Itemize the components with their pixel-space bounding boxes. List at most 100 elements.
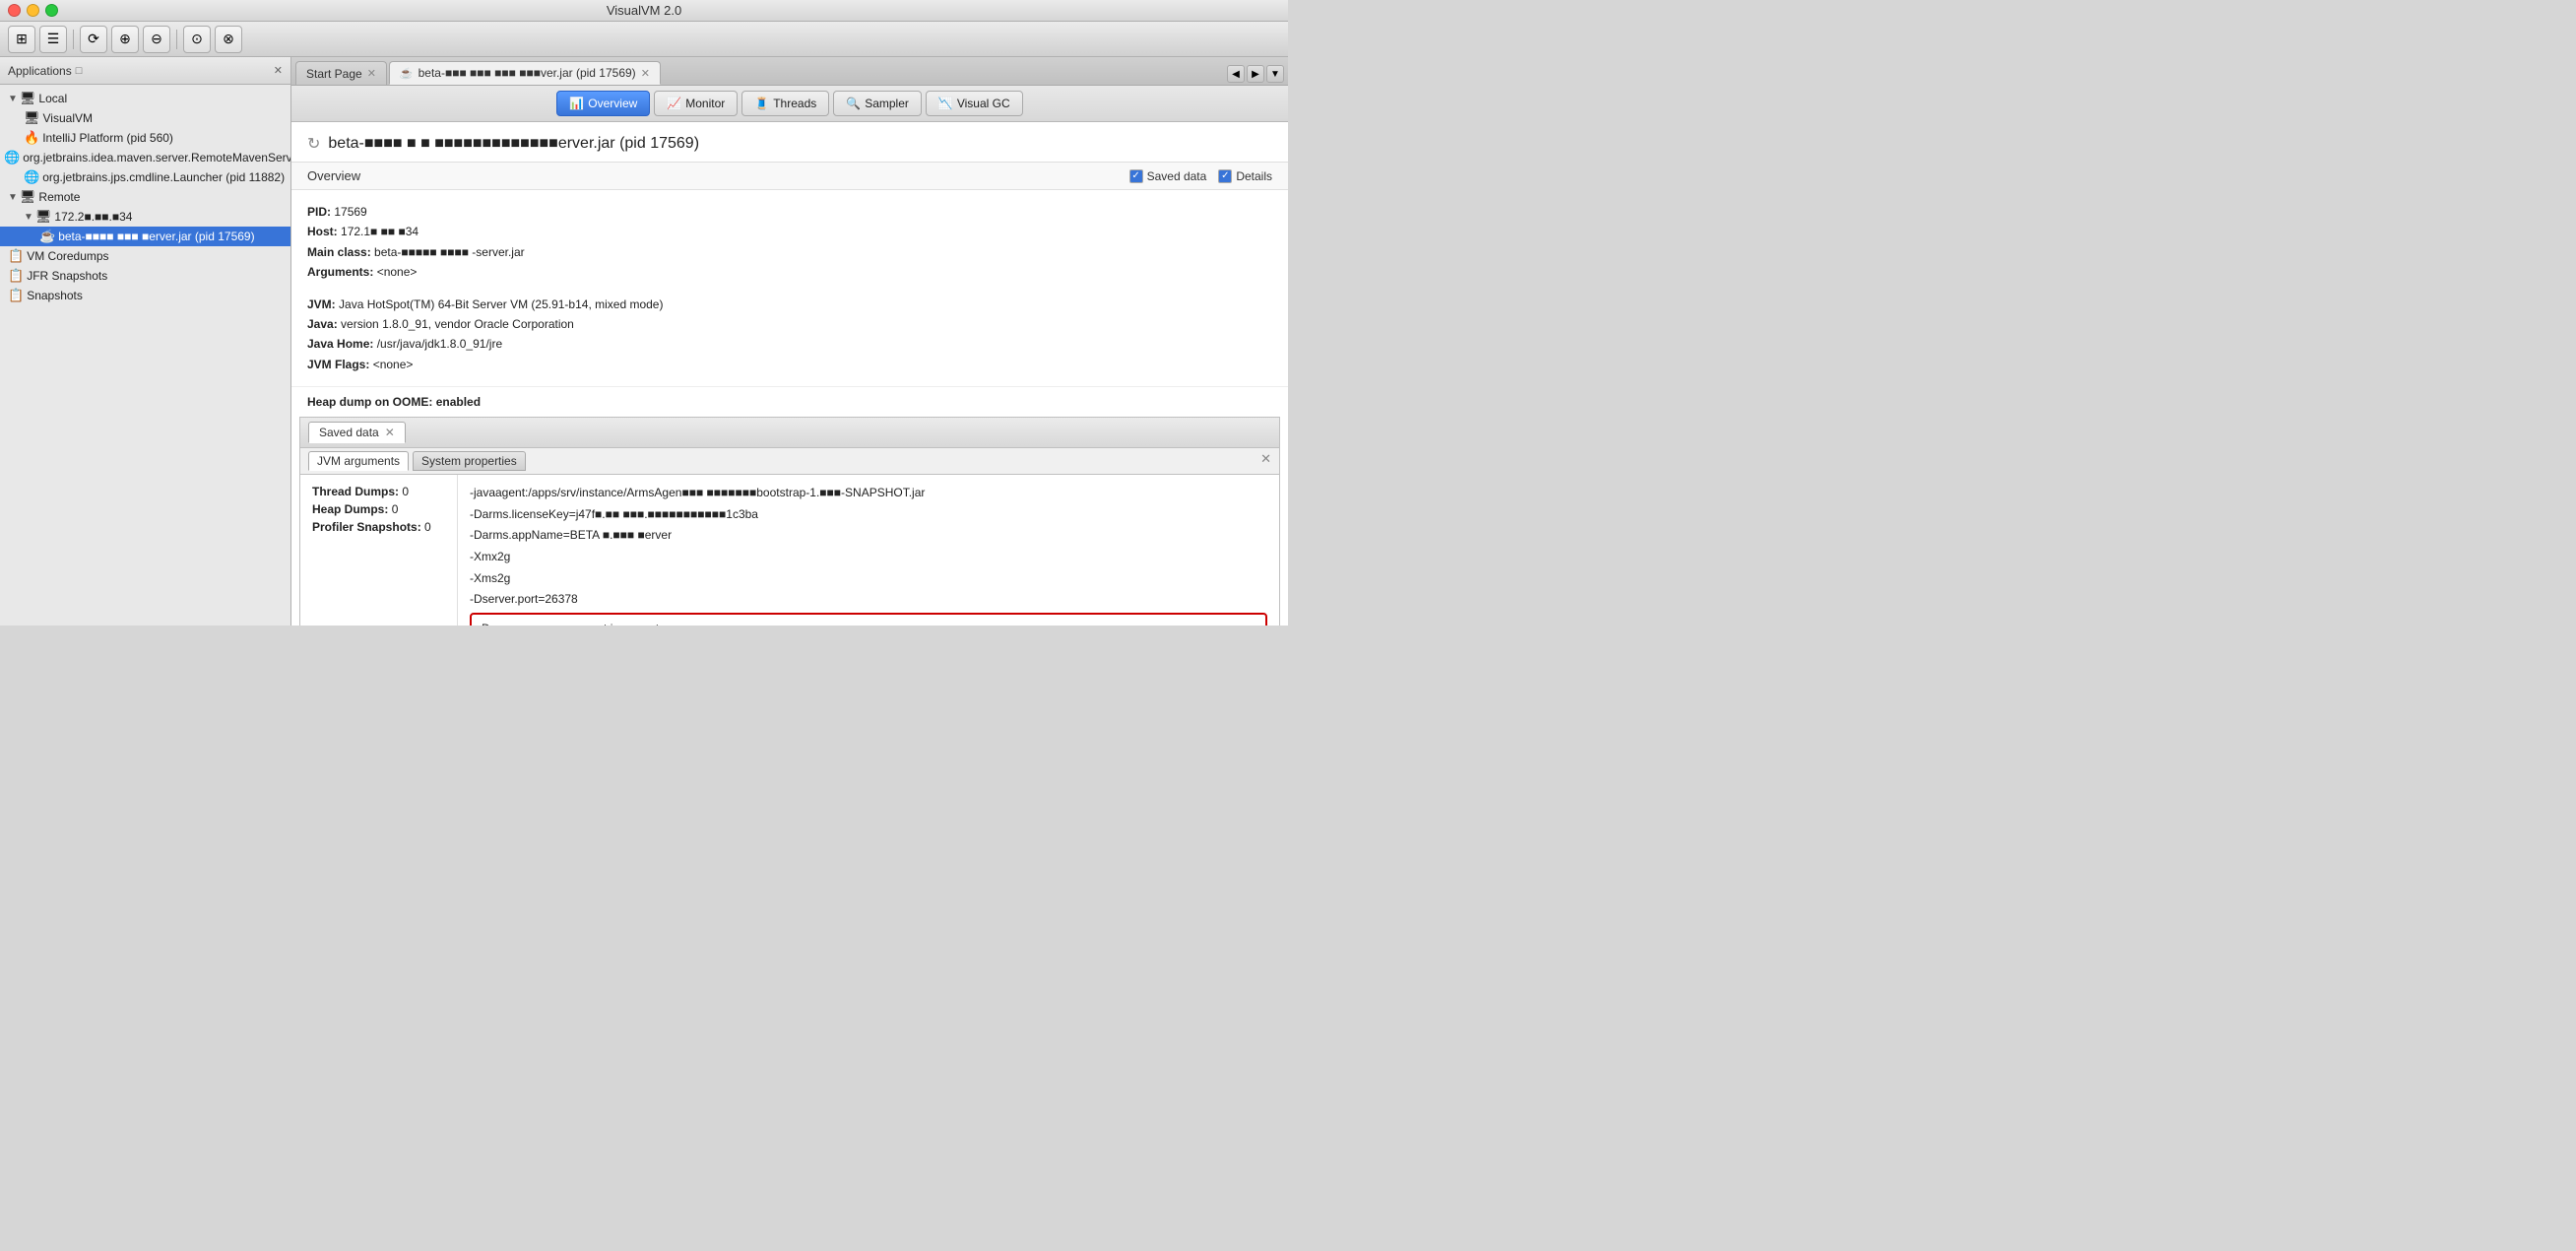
beta-jar-tab[interactable]: ☕ beta-■■■ ■■■ ■■■ ■■■ver.jar (pid 17569… [389, 61, 661, 85]
system-properties-tab[interactable]: System properties [413, 451, 526, 471]
arguments-label: Arguments: [307, 265, 373, 279]
heap-dump-value-text: enabled [436, 395, 481, 409]
snapshots-icon: 📋 [8, 288, 24, 303]
maven-label: org.jetbrains.idea.maven.server.RemoteMa… [23, 151, 290, 165]
saved-data-check-label: Saved data [1147, 169, 1207, 183]
profiler-snapshots-label: Profiler Snapshots: [312, 520, 421, 534]
maximize-button[interactable] [45, 4, 58, 17]
beta-jar-tab-close[interactable]: ✕ [641, 67, 650, 80]
jvm-arg-4: -Xms2g [470, 568, 1267, 590]
toolbar-menu-button[interactable]: ☰ [39, 26, 67, 53]
threads-tab-label: Threads [773, 97, 816, 110]
jps-icon: 🌐 [24, 169, 39, 185]
java-label: Java: [307, 317, 338, 331]
overview-tab-icon: 📊 [569, 97, 584, 110]
overview-tab-button[interactable]: 📊 Overview [556, 91, 650, 116]
toolbar: ⊞ ☰ ⟳ ⊕ ⊖ ⊙ ⊗ [0, 22, 1288, 57]
tab-nav: ◀ ▶ ▼ [1223, 65, 1288, 85]
toolbar-remove-button[interactable]: ⊖ [143, 26, 170, 53]
window-title: VisualVM 2.0 [607, 3, 681, 18]
tree-maven-item[interactable]: 🌐 org.jetbrains.idea.maven.server.Remote… [0, 148, 290, 167]
panel-maximize-button[interactable]: □ [76, 65, 83, 77]
jmx-arguments-box: -Dcom.sun.management.jmxremote -Dcom.sun… [470, 613, 1267, 626]
minimize-button[interactable] [27, 4, 39, 17]
content-header: ↻ beta-■■■■ ■ ■ ■■■■■■■■■■■■■erver.jar (… [291, 122, 1288, 163]
toolbar-separator-2 [176, 30, 177, 49]
sampler-tab-button[interactable]: 🔍 Sampler [833, 91, 922, 116]
main-class-line: Main class: beta-■■■■■ ■■■■ -server.jar [307, 242, 1272, 262]
tab-nav-menu[interactable]: ▼ [1266, 65, 1284, 83]
heap-dump-line: Heap dump on OOME: enabled [291, 386, 1288, 417]
monitor-tab-button[interactable]: 📈 Monitor [654, 91, 738, 116]
remote-icon: 🖥 [20, 189, 36, 205]
host-line: Host: 172.1■ ■■ ■34 [307, 222, 1272, 241]
tree-jfr-snapshots[interactable]: 📋 JFR Snapshots [0, 266, 290, 286]
heap-dumps-label: Heap Dumps: [312, 502, 388, 516]
tab-nav-right[interactable]: ▶ [1247, 65, 1264, 83]
sampler-tab-label: Sampler [865, 97, 909, 110]
overview-bar: Overview ✓ Saved data ✓ Details [291, 163, 1288, 190]
maven-icon: 🌐 [4, 150, 20, 165]
saved-data-tab-close[interactable]: ✕ [385, 426, 395, 439]
java-home-label: Java Home: [307, 337, 373, 351]
profiler-snapshots-stat: Profiler Snapshots: 0 [312, 520, 445, 534]
tree-snapshots[interactable]: 📋 Snapshots [0, 286, 290, 305]
jvm-flags-line: JVM Flags: <none> [307, 355, 1272, 374]
visual-gc-tab-button[interactable]: 📉 Visual GC [926, 91, 1023, 116]
toolbar-add-button[interactable]: ⊕ [111, 26, 139, 53]
toolbar-refresh-button[interactable]: ⟳ [80, 26, 107, 53]
tree-vm-coredumps[interactable]: 📋 VM Coredumps [0, 246, 290, 266]
saved-data-tab[interactable]: Saved data ✕ [308, 422, 406, 443]
details-check[interactable]: ✓ Details [1218, 169, 1272, 183]
toolbar-separator [73, 30, 74, 49]
tab-bar: Start Page ✕ ☕ beta-■■■ ■■■ ■■■ ■■■ver.j… [291, 57, 1288, 86]
overview-checks: ✓ Saved data ✓ Details [1129, 169, 1272, 183]
tree-intellij-item[interactable]: 🔥 IntelliJ Platform (pid 560) [0, 128, 290, 148]
tree-content: ▼ 🖥 Local 🖥 VisualVM 🔥 IntelliJ Platform… [0, 85, 290, 626]
heap-dump-label: Heap dump on OOME: [307, 395, 432, 409]
details-checkbox[interactable]: ✓ [1218, 169, 1232, 183]
refresh-icon[interactable]: ↻ [307, 134, 320, 154]
saved-data-check[interactable]: ✓ Saved data [1129, 169, 1207, 183]
jvm-flags-value-text: <none> [373, 358, 414, 371]
window-controls[interactable] [8, 4, 58, 17]
tree-remote-host[interactable]: ▼ 🖥 172.2■.■■.■34 [0, 207, 290, 227]
content-area: ↻ beta-■■■■ ■ ■ ■■■■■■■■■■■■■erver.jar (… [291, 122, 1288, 626]
start-page-tab-close[interactable]: ✕ [367, 67, 376, 80]
toolbar-home-button[interactable]: ⊞ [8, 26, 35, 53]
visualvm-label: VisualVM [43, 111, 93, 125]
saved-data-tab-label: Saved data [319, 426, 379, 439]
jvm-arg-0: -javaagent:/apps/srv/instance/ArmsAgen■■… [470, 483, 1267, 504]
local-computer-icon: 🖥 [20, 91, 36, 106]
snapshots-label: Snapshots [27, 289, 83, 302]
tree-visualvm-item[interactable]: 🖥 VisualVM [0, 108, 290, 128]
tree-local-node[interactable]: ▼ 🖥 Local [0, 89, 290, 108]
saved-data-checkbox[interactable]: ✓ [1129, 169, 1143, 183]
jvm-arg-5: -Dserver.port=26378 [470, 589, 1267, 611]
java-home-line: Java Home: /usr/java/jdk1.8.0_91/jre [307, 334, 1272, 354]
jps-label: org.jetbrains.jps.cmdline.Launcher (pid … [42, 170, 285, 184]
beta-jar-label: beta-■■■■ ■■■ ■erver.jar (pid 17569) [58, 230, 254, 243]
tree-beta-jar-item[interactable]: ☕ beta-■■■■ ■■■ ■erver.jar (pid 17569) [0, 227, 290, 246]
jvm-line: JVM: Java HotSpot(TM) 64-Bit Server VM (… [307, 295, 1272, 314]
pid-label: PID: [307, 205, 331, 219]
jfr-icon: 📋 [8, 268, 24, 284]
thread-dumps-value-text: 0 [402, 485, 409, 498]
main-class-label: Main class: [307, 245, 371, 259]
close-button[interactable] [8, 4, 21, 17]
tree-remote-node[interactable]: ▼ 🖥 Remote [0, 187, 290, 207]
threads-tab-button[interactable]: 🧵 Threads [741, 91, 829, 116]
toolbar-settings-button[interactable]: ⊗ [215, 26, 242, 53]
jvm-args-section-close[interactable]: ✕ [1260, 451, 1271, 471]
system-properties-tab-label: System properties [421, 454, 517, 468]
beta-jar-tab-label: beta-■■■ ■■■ ■■■ ■■■ver.jar (pid 17569) [419, 66, 636, 80]
visual-gc-tab-label: Visual GC [957, 97, 1010, 110]
panel-close-button[interactable]: ✕ [274, 64, 283, 77]
tree-jps-item[interactable]: 🌐 org.jetbrains.jps.cmdline.Launcher (pi… [0, 167, 290, 187]
start-page-tab[interactable]: Start Page ✕ [295, 61, 387, 85]
jvm-arguments-tab[interactable]: JVM arguments [308, 451, 409, 471]
jvm-arg-2: -Darms.appName=BETA ■.■■■ ■erver [470, 525, 1267, 547]
toolbar-connect-button[interactable]: ⊙ [183, 26, 211, 53]
tab-nav-left[interactable]: ◀ [1227, 65, 1245, 83]
jvm-arguments-content: -javaagent:/apps/srv/instance/ArmsAgen■■… [458, 475, 1279, 626]
